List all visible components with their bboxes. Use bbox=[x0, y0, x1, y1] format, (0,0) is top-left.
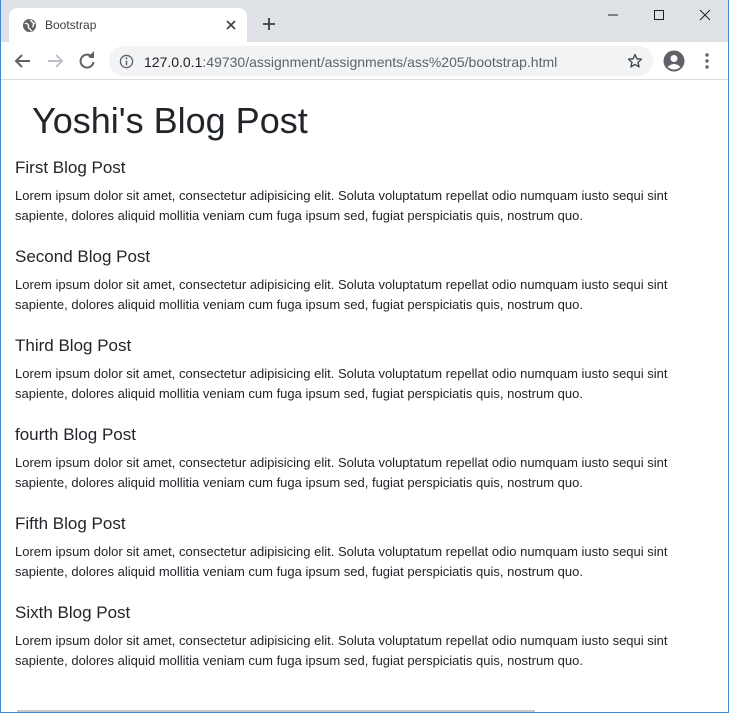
account-icon[interactable] bbox=[663, 50, 685, 72]
post-title: Second Blog Post bbox=[15, 247, 151, 266]
arrow-right-icon[interactable] bbox=[45, 51, 65, 71]
horizontal-scrollbar[interactable] bbox=[17, 710, 535, 712]
blog-post: First Blog Post Lorem ipsum dolor sit am… bbox=[15, 158, 715, 226]
browser-toolbar: 127.0.0.1:49730/assignment/assignments/a… bbox=[1, 42, 728, 80]
post-body: Lorem ipsum dolor sit amet, consectetur … bbox=[15, 544, 668, 579]
window-close-button[interactable] bbox=[682, 0, 728, 30]
tab-strip: Bootstrap bbox=[1, 0, 728, 42]
globe-icon bbox=[22, 18, 37, 33]
url-host: 127.0.0.1 bbox=[144, 54, 203, 70]
info-icon[interactable] bbox=[119, 54, 134, 69]
minimize-button[interactable] bbox=[590, 0, 636, 30]
blog-post: Fifth Blog Post Lorem ipsum dolor sit am… bbox=[15, 514, 715, 582]
post-body: Lorem ipsum dolor sit amet, consectetur … bbox=[15, 277, 668, 312]
address-bar[interactable]: 127.0.0.1:49730/assignment/assignments/a… bbox=[109, 46, 653, 76]
arrow-left-icon[interactable] bbox=[13, 51, 33, 71]
close-icon[interactable] bbox=[223, 17, 239, 33]
post-title: Third Blog Post bbox=[15, 336, 132, 355]
url-path: :49730/assignment/assignments/ass%205/bo… bbox=[202, 54, 558, 70]
maximize-button[interactable] bbox=[636, 0, 682, 30]
post-title: fourth Blog Post bbox=[15, 425, 136, 444]
blog-post: fourth Blog Post Lorem ipsum dolor sit a… bbox=[15, 425, 715, 493]
post-title: First Blog Post bbox=[15, 158, 126, 177]
browser-window: Bootstrap 127.0.0.1:49730/assignment/ass… bbox=[0, 0, 729, 713]
blog-post: Third Blog Post Lorem ipsum dolor sit am… bbox=[15, 336, 715, 404]
url-text[interactable]: 127.0.0.1:49730/assignment/assignments/a… bbox=[144, 54, 557, 70]
page-title: Yoshi's Blog Post bbox=[32, 100, 308, 141]
blog-post: Sixth Blog Post Lorem ipsum dolor sit am… bbox=[15, 603, 715, 671]
post-body: Lorem ipsum dolor sit amet, consectetur … bbox=[15, 366, 668, 401]
blog-post: Second Blog Post Lorem ipsum dolor sit a… bbox=[15, 247, 715, 315]
page-content: Yoshi's Blog Post First Blog Post Lorem … bbox=[1, 81, 728, 711]
maximize-icon bbox=[654, 10, 664, 20]
post-body: Lorem ipsum dolor sit amet, consectetur … bbox=[15, 455, 668, 490]
tab-bootstrap[interactable]: Bootstrap bbox=[9, 8, 247, 42]
post-title: Sixth Blog Post bbox=[15, 603, 131, 622]
window-close-icon bbox=[699, 9, 711, 21]
post-title: Fifth Blog Post bbox=[15, 514, 126, 533]
star-icon[interactable] bbox=[627, 53, 643, 69]
reload-icon[interactable] bbox=[77, 51, 97, 71]
tab-title: Bootstrap bbox=[45, 18, 97, 32]
post-body: Lorem ipsum dolor sit amet, consectetur … bbox=[15, 188, 668, 223]
plus-icon[interactable] bbox=[261, 16, 277, 32]
post-body: Lorem ipsum dolor sit amet, consectetur … bbox=[15, 633, 668, 668]
more-vert-icon[interactable] bbox=[701, 52, 713, 70]
minimize-icon bbox=[608, 14, 618, 16]
